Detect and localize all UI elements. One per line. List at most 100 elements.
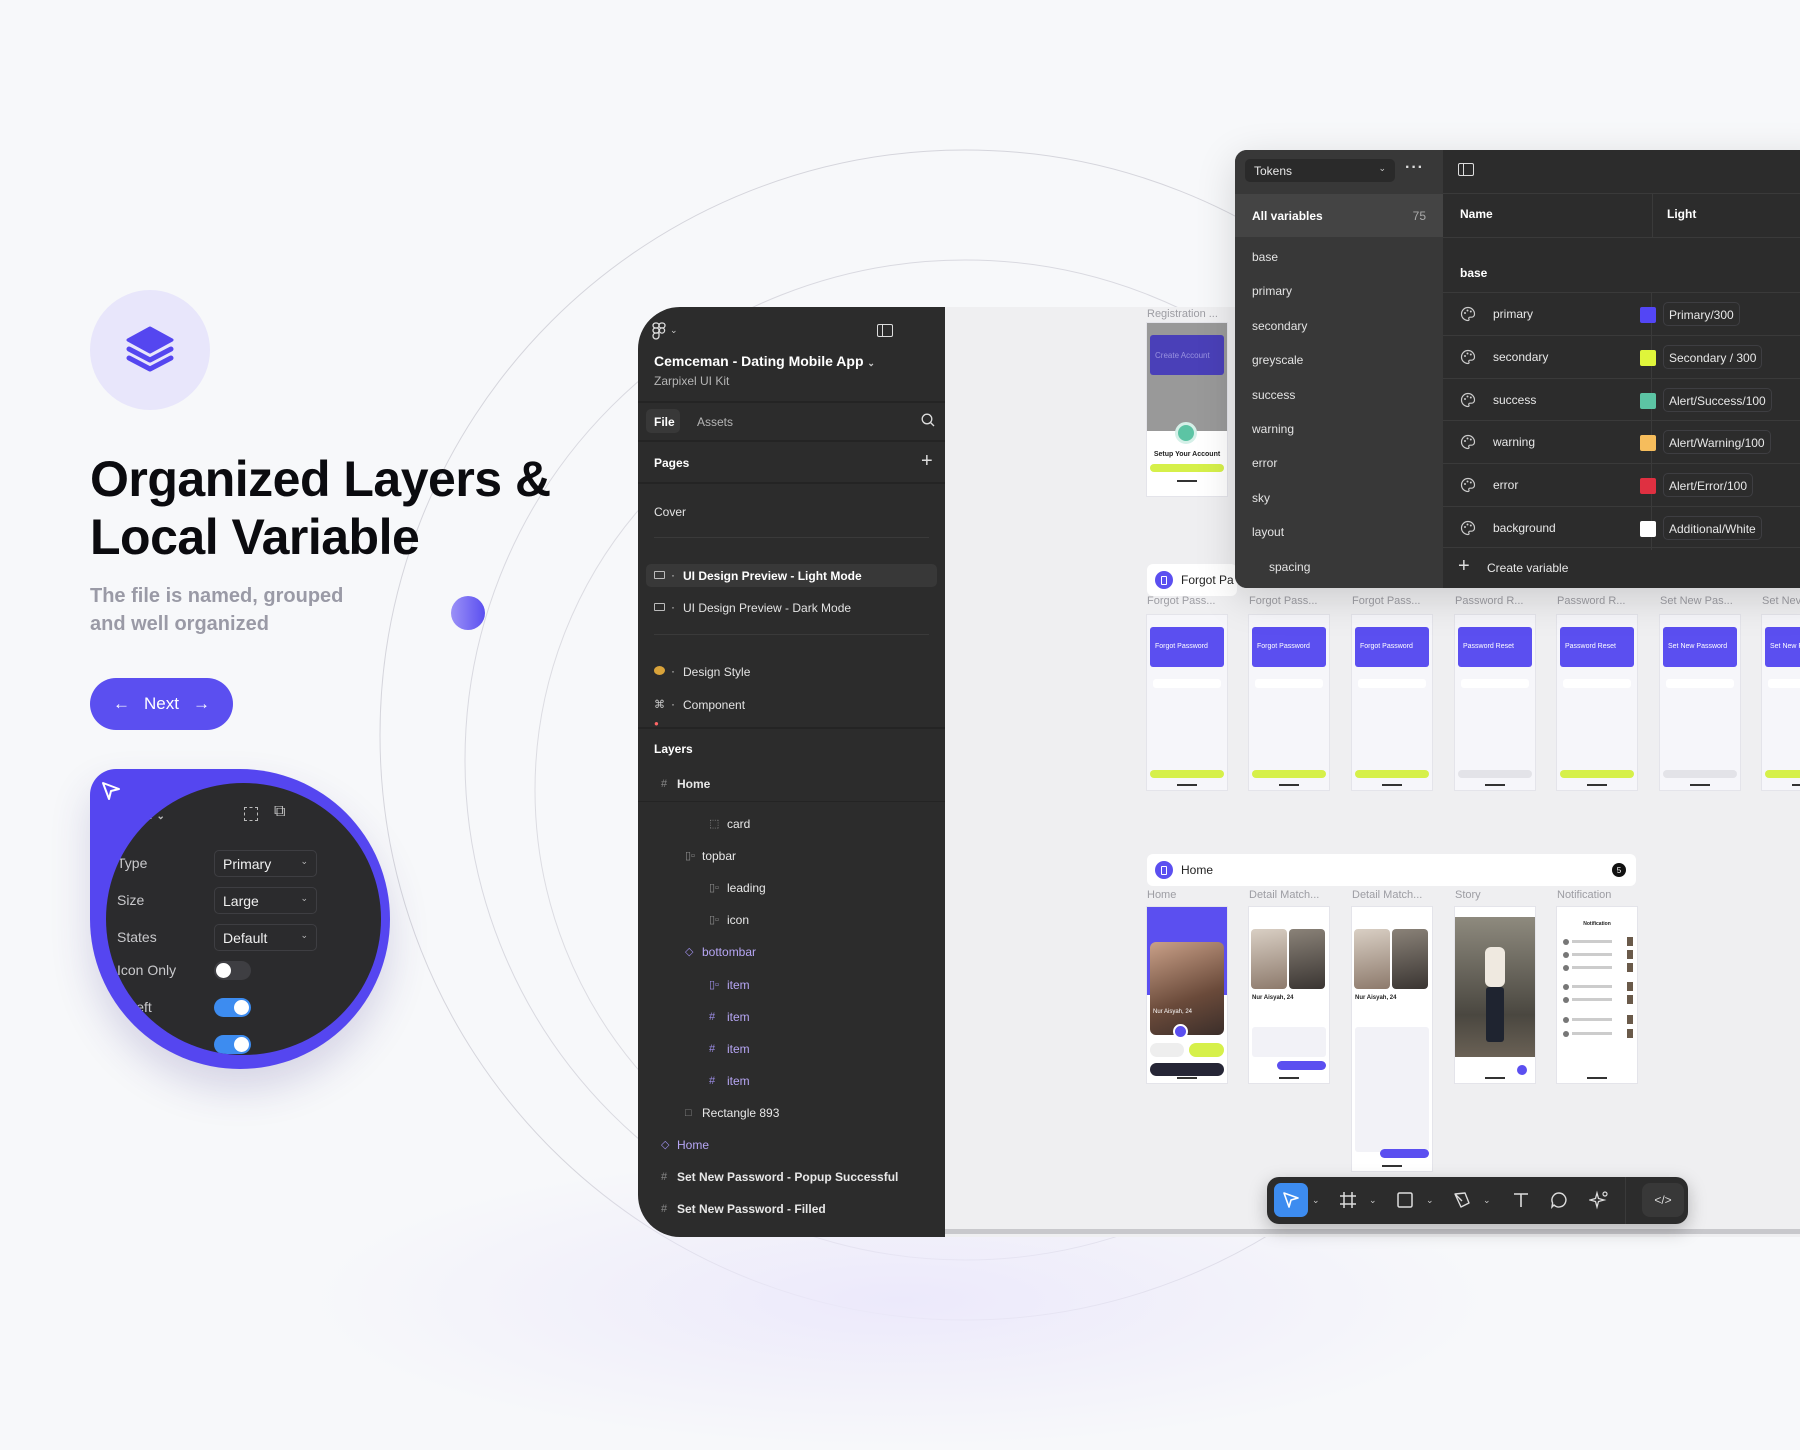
tab-file[interactable]: File (654, 415, 675, 429)
frame-label[interactable]: Detail Match... (1352, 889, 1422, 901)
variable-group-error[interactable]: error (1252, 456, 1277, 470)
variable-value[interactable]: Secondary / 300 (1663, 344, 1763, 369)
section-forgot-password[interactable]: Forgot Pa (1147, 564, 1237, 596)
layer-item[interactable]: ▯▫ topbar (638, 849, 945, 865)
layer-item[interactable]: ◇ Home (638, 1138, 945, 1154)
dev-mode-toggle-icon[interactable]: </> (1642, 1183, 1684, 1217)
phone-frame[interactable]: Forgot Password (1352, 615, 1432, 790)
layer-item[interactable]: # Set New Password - Filled (638, 1202, 945, 1218)
variable-group-base[interactable]: base (1252, 250, 1278, 264)
variable-value[interactable]: Primary/300 (1663, 302, 1740, 326)
page-item[interactable]: Cover (654, 505, 924, 519)
frame-label[interactable]: Detail Match... (1249, 889, 1319, 901)
figma-logo-icon[interactable] (652, 322, 666, 340)
file-title[interactable]: Cemceman - Dating Mobile App ⌄ (654, 353, 875, 369)
variable-group-primary[interactable]: primary (1252, 284, 1292, 298)
move-tool-icon[interactable] (1274, 1183, 1308, 1217)
frame-label[interactable]: Password R... (1455, 595, 1523, 607)
layer-item[interactable]: ▯▫ item (638, 978, 945, 994)
phone-frame[interactable]: Password Reset (1557, 615, 1637, 790)
color-swatch[interactable] (1640, 307, 1656, 323)
page-item[interactable]: · Design Style (654, 664, 924, 679)
go-to-main-icon[interactable]: ⧉ (274, 803, 285, 821)
variable-group-sky[interactable]: sky (1252, 491, 1270, 505)
chevron-down-icon[interactable]: ⌄ (1312, 1195, 1320, 1206)
frame-tool-icon[interactable] (1331, 1183, 1365, 1217)
frame-label[interactable]: Home (1147, 889, 1176, 901)
toggle-switch[interactable] (214, 1035, 251, 1054)
layer-item[interactable]: # item (638, 1042, 945, 1058)
variable-group-layout[interactable]: layout (1252, 525, 1284, 539)
phone-frame[interactable] (1455, 907, 1535, 1083)
rectangle-tool-icon[interactable] (1388, 1183, 1422, 1217)
variable-group-warning[interactable]: warning (1252, 422, 1294, 436)
sidebar-toggle-icon[interactable] (1458, 163, 1474, 176)
variable-row[interactable]: background Additional/White (1443, 506, 1800, 550)
horizontal-scrollbar[interactable] (945, 1229, 1800, 1234)
add-page-icon[interactable]: + (921, 450, 933, 473)
layer-item[interactable]: # Home (638, 777, 945, 793)
chevron-down-icon[interactable]: ⌄ (1369, 1195, 1377, 1206)
page-item[interactable]: · UI Design Preview - Light Mode (654, 568, 924, 583)
more-icon[interactable]: ··· (1405, 159, 1424, 177)
frame-label[interactable]: Forgot Pass... (1352, 595, 1420, 607)
page-item[interactable]: ⌘ · Component (654, 697, 924, 712)
component-name[interactable]: ton ⌄ (129, 806, 165, 823)
layer-item[interactable]: ◇ bottombar (638, 945, 945, 961)
variable-row[interactable]: primary Primary/300 (1443, 292, 1800, 336)
property-select-type[interactable]: Primary ⌄ (214, 850, 317, 877)
property-select-size[interactable]: Large ⌄ (214, 887, 317, 914)
pen-tool-icon[interactable] (1445, 1183, 1479, 1217)
variable-value[interactable]: Additional/White (1663, 516, 1762, 540)
chevron-down-icon[interactable]: ⌄ (1483, 1195, 1491, 1206)
grid-icon[interactable] (244, 807, 258, 821)
phone-frame[interactable]: Nur Aisyah, 24 (1249, 907, 1329, 1083)
variable-row[interactable]: error Alert/Error/100 (1443, 463, 1800, 508)
property-select-states[interactable]: Default ⌄ (214, 924, 317, 951)
layer-item[interactable]: # Set New Password - Popup Successful (638, 1170, 945, 1186)
frame-label[interactable]: Forgot Pass... (1147, 595, 1215, 607)
layer-item[interactable]: # item (638, 1074, 945, 1090)
color-swatch[interactable] (1640, 521, 1656, 537)
layer-item[interactable]: □ Rectangle 893 (638, 1106, 945, 1122)
layer-item[interactable]: ▯▫ icon (638, 913, 945, 929)
comment-tool-icon[interactable] (1542, 1183, 1576, 1217)
layer-item[interactable]: ▯▫ leading (638, 881, 945, 897)
page-item[interactable]: · UI Design Preview - Dark Mode (654, 600, 924, 615)
color-swatch[interactable] (1640, 392, 1656, 409)
toggle-switch[interactable] (214, 961, 251, 980)
phone-frame[interactable]: Nur Aisyah, 24 (1352, 907, 1432, 1171)
toggle-switch[interactable] (214, 998, 251, 1017)
phone-frame[interactable]: Password Reset (1455, 615, 1535, 790)
frame-label[interactable]: Story (1455, 889, 1481, 901)
collection-select[interactable]: Tokens ⌄ (1245, 159, 1395, 182)
phone-frame[interactable]: Forgot Password (1249, 615, 1329, 790)
phone-frame[interactable]: Forgot Password (1147, 615, 1227, 790)
phone-frame[interactable]: Set New Password (1660, 615, 1740, 790)
phone-frame[interactable]: Nur Aisyah, 24 (1147, 907, 1227, 1083)
phone-frame[interactable]: Notification (1557, 907, 1637, 1083)
variable-value[interactable]: Alert/Success/100 (1663, 387, 1772, 412)
all-variables-item[interactable]: All variables 75 (1235, 194, 1443, 237)
search-icon[interactable] (921, 413, 935, 427)
variable-value[interactable]: Alert/Warning/100 (1663, 430, 1771, 455)
text-tool-icon[interactable] (1504, 1183, 1538, 1217)
variable-group-secondary[interactable]: secondary (1252, 319, 1307, 333)
registration-frame[interactable]: Create Account Setup Your Account (1147, 323, 1227, 496)
variable-group-greyscale[interactable]: greyscale (1252, 353, 1303, 367)
next-button[interactable]: ← Next → (90, 678, 233, 730)
layer-item[interactable]: ⬚ card (638, 817, 945, 833)
layer-item[interactable]: # item (638, 1010, 945, 1026)
sidebar-toggle-icon[interactable] (877, 324, 893, 337)
color-swatch[interactable] (1640, 349, 1656, 366)
frame-label[interactable]: Set Nev (1762, 595, 1800, 607)
frame-label[interactable]: Forgot Pass... (1249, 595, 1317, 607)
variable-row[interactable]: warning Alert/Warning/100 (1443, 420, 1800, 465)
phone-frame[interactable]: Set New P (1762, 615, 1800, 790)
chevron-down-icon[interactable]: ⌄ (1426, 1195, 1434, 1206)
create-variable-button[interactable]: + Create variable (1443, 547, 1800, 588)
chevron-down-icon[interactable]: ⌄ (670, 325, 678, 336)
frame-label[interactable]: Notification (1557, 889, 1611, 901)
variable-value[interactable]: Alert/Error/100 (1663, 473, 1754, 498)
variable-row[interactable]: success Alert/Success/100 (1443, 377, 1800, 422)
